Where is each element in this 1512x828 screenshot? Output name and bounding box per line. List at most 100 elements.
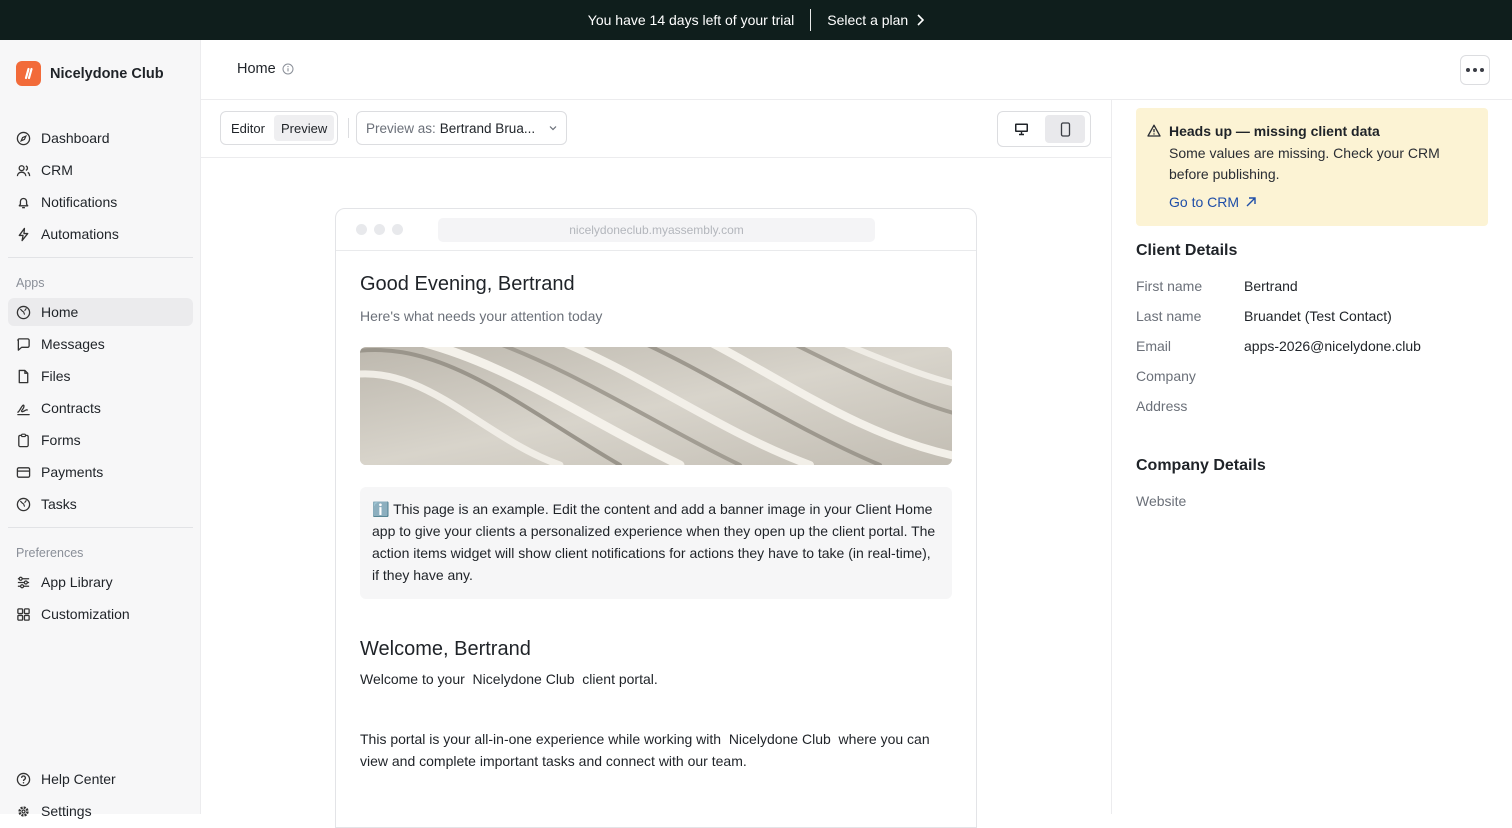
sidebar-divider xyxy=(8,527,193,528)
card-icon xyxy=(16,466,31,478)
more-dots-icon xyxy=(1480,68,1484,72)
select-plan-link[interactable]: Select a plan xyxy=(827,12,925,28)
brand[interactable]: Nicelydone Club xyxy=(16,61,164,86)
welcome-text: Welcome to your Nicelydone Club client p… xyxy=(360,671,658,687)
website-label: Website xyxy=(1136,493,1187,509)
trial-banner: You have 14 days left of your trial Sele… xyxy=(0,0,1512,40)
go-to-crm-label: Go to CRM xyxy=(1169,194,1240,210)
toolbar-divider xyxy=(348,118,349,138)
preview-tab[interactable]: Preview xyxy=(273,115,335,141)
sidebar-item-app-library[interactable]: App Library xyxy=(8,568,193,596)
last-name-label: Last name xyxy=(1136,308,1202,324)
mobile-view-button[interactable] xyxy=(1045,115,1085,143)
brand-name: Nicelydone Club xyxy=(50,65,164,82)
missing-data-alert: Heads up — missing client data Some valu… xyxy=(1136,108,1488,226)
sidebar-item-home[interactable]: Home xyxy=(8,298,193,326)
globe-icon xyxy=(16,497,31,511)
sidebar-item-contracts[interactable]: Contracts xyxy=(8,394,193,422)
sidebar-item-dashboard[interactable]: Dashboard xyxy=(8,124,193,152)
detail-row-email: Email apps-2026@nicelydone.club xyxy=(1136,338,1421,354)
banner-image xyxy=(360,347,952,465)
last-name-value: Bruandet (Test Contact) xyxy=(1244,308,1392,324)
sidebar-item-automations[interactable]: Automations xyxy=(8,220,193,248)
detail-row-website: Website xyxy=(1136,493,1244,509)
trial-divider xyxy=(810,9,812,31)
signature-icon xyxy=(17,404,30,415)
info-emoji-icon: ℹ️ xyxy=(372,501,390,517)
page-title: Home xyxy=(237,61,294,77)
more-dots-icon xyxy=(1466,68,1470,72)
sidebar-divider xyxy=(8,257,193,258)
window-dot xyxy=(374,224,385,235)
preview-as-select[interactable]: Preview as: Bertrand Brua... xyxy=(356,111,567,145)
sidebar-item-label: CRM xyxy=(41,162,73,178)
help-icon xyxy=(16,772,31,786)
sidebar-item-notifications[interactable]: Notifications xyxy=(8,188,193,216)
chat-icon xyxy=(17,337,30,351)
gear-icon xyxy=(18,805,29,817)
sidebar-item-messages[interactable]: Messages xyxy=(8,330,193,358)
warning-icon xyxy=(1147,124,1161,137)
preview-canvas: nicelydoneclub.myassembly.com Good Eveni… xyxy=(201,158,1111,828)
sidebar-item-forms[interactable]: Forms xyxy=(8,426,193,454)
browser-bar: nicelydoneclub.myassembly.com xyxy=(336,209,976,251)
sidebar-item-files[interactable]: Files xyxy=(8,362,193,390)
users-icon xyxy=(16,164,31,176)
chevron-right-icon xyxy=(917,14,925,26)
sidebar-item-customization[interactable]: Customization xyxy=(8,600,193,628)
sidebar-item-settings[interactable]: Settings xyxy=(8,797,193,825)
trial-message: You have 14 days left of your trial xyxy=(587,12,795,28)
sidebar-item-tasks[interactable]: Tasks xyxy=(8,490,193,518)
alert-title: Heads up — missing client data xyxy=(1169,123,1380,139)
greeting-subtitle: Here's what needs your attention today xyxy=(360,308,603,324)
client-details-heading: Client Details xyxy=(1136,242,1238,259)
sidebar-item-help-center[interactable]: Help Center xyxy=(8,765,193,793)
company-label: Company xyxy=(1136,368,1196,384)
alert-body: Some values are missing. Check your CRM … xyxy=(1169,145,1440,182)
bolt-icon xyxy=(18,227,29,241)
sidebar-item-label: Contracts xyxy=(41,400,101,416)
brand-logo-icon xyxy=(16,61,41,86)
email-value: apps-2026@nicelydone.club xyxy=(1244,338,1421,354)
preview-as-label: Preview as: xyxy=(366,120,436,136)
more-options-button[interactable] xyxy=(1460,55,1490,85)
sidebar-item-label: Dashboard xyxy=(41,130,110,146)
desktop-view-button[interactable] xyxy=(1001,115,1041,143)
detail-row-address: Address xyxy=(1136,398,1244,414)
preview-as-value: Bertrand Brua... xyxy=(439,120,536,136)
go-to-crm-link[interactable]: Go to CRM xyxy=(1169,194,1472,210)
file-icon xyxy=(18,369,29,383)
window-dot xyxy=(392,224,403,235)
editor-toolbar: Editor Preview Preview as: Bertrand Brua… xyxy=(201,100,1111,158)
url-bar: nicelydoneclub.myassembly.com xyxy=(438,218,875,242)
preferences-section-label: Preferences xyxy=(16,546,84,560)
browser-frame: nicelydoneclub.myassembly.com Good Eveni… xyxy=(335,208,977,828)
sidebar-item-label: App Library xyxy=(41,574,113,590)
sidebar-item-label: Home xyxy=(41,304,79,320)
sidebar-item-label: Automations xyxy=(41,226,119,242)
mode-toggle: Editor Preview xyxy=(220,111,339,145)
chevron-down-icon xyxy=(549,126,557,131)
address-label: Address xyxy=(1136,398,1188,414)
select-plan-label: Select a plan xyxy=(827,12,909,28)
sidebar-item-label: Settings xyxy=(41,803,92,819)
editor-tab[interactable]: Editor xyxy=(224,115,272,141)
window-dot xyxy=(356,224,367,235)
first-name-label: First name xyxy=(1136,278,1203,294)
email-label: Email xyxy=(1136,338,1172,354)
sidebar-item-payments[interactable]: Payments xyxy=(8,458,193,486)
page-header: Home xyxy=(201,40,1512,100)
arrow-up-right-icon xyxy=(1246,197,1256,207)
details-panel: Heads up — missing client data Some valu… xyxy=(1111,100,1512,814)
globe-icon xyxy=(16,305,31,319)
detail-row-last-name: Last name Bruandet (Test Contact) xyxy=(1136,308,1392,324)
sliders-icon xyxy=(17,576,30,588)
info-icon[interactable] xyxy=(282,63,294,75)
clipboard-icon xyxy=(18,433,29,447)
greeting-heading: Good Evening, Bertrand xyxy=(360,273,575,295)
sidebar-item-crm[interactable]: CRM xyxy=(8,156,193,184)
portal-description: This portal is your all-in-one experienc… xyxy=(360,731,934,769)
desktop-icon xyxy=(1014,123,1028,136)
grid-icon xyxy=(17,607,30,621)
page-title-text: Home xyxy=(237,61,276,77)
